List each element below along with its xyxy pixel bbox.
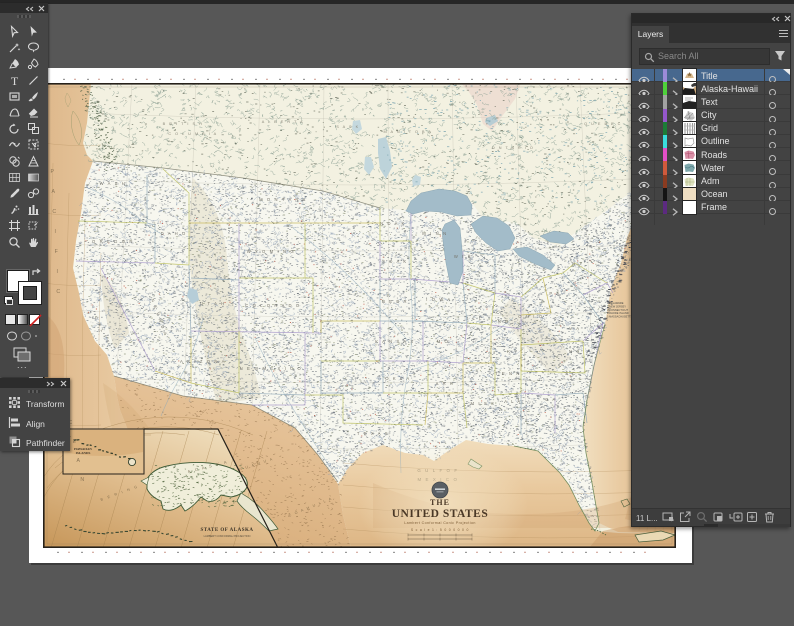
- svg-text:I O W A: I O W A: [426, 297, 452, 302]
- svg-text:W I S: W I S: [454, 254, 472, 259]
- svg-text:M O: M O: [437, 339, 450, 344]
- svg-text:P: P: [50, 169, 55, 175]
- svg-text:F: F: [55, 249, 60, 255]
- svg-text:T: T: [11, 74, 19, 87]
- svg-text:M I N N: M I N N: [422, 231, 447, 236]
- svg-text:G A: G A: [545, 397, 557, 402]
- svg-text:V A: V A: [569, 326, 580, 331]
- svg-text:P A: P A: [549, 291, 560, 296]
- svg-text:A R I Z O N A: A R I Z O N A: [180, 359, 226, 364]
- svg-text:K A N S A S: K A N S A S: [375, 339, 414, 344]
- svg-text:A: A: [51, 189, 56, 195]
- svg-text:S C: S C: [565, 371, 577, 376]
- svg-text:UNITED STATES: UNITED STATES: [392, 508, 489, 520]
- svg-text:O K L A: O K L A: [385, 376, 410, 381]
- svg-text:C O L U M B I A: C O L U M B I A: [168, 132, 217, 136]
- svg-text:S D A K: S D A K: [382, 259, 408, 264]
- svg-text:S A S K: S A S K: [336, 125, 359, 129]
- svg-text:T E X A S: T E X A S: [357, 431, 389, 436]
- svg-text:E: E: [72, 439, 77, 445]
- svg-text:I: I: [54, 229, 57, 235]
- svg-text:N E W M E X I C O: N E W M E X I C O: [240, 366, 303, 371]
- svg-text:2 NEW JERSEY: 2 NEW JERSEY: [607, 304, 626, 308]
- svg-text:I D A H O: I D A H O: [155, 231, 187, 236]
- svg-text:5 MASSACHUSETTS: 5 MASSACHUSETTS: [607, 315, 632, 319]
- svg-text:THE: THE: [430, 498, 450, 507]
- svg-text:I: I: [56, 269, 59, 275]
- svg-text:ISLANDS: ISLANDS: [76, 451, 91, 455]
- svg-text:K Y: K Y: [507, 349, 518, 354]
- svg-text:U T A H: U T A H: [200, 301, 225, 306]
- svg-text:O H I O: O H I O: [518, 314, 543, 319]
- svg-text:I N D: I N D: [492, 319, 510, 324]
- svg-text:A R K: A R K: [436, 381, 455, 386]
- svg-text:4 RHODE ISLAND: 4 RHODE ISLAND: [607, 311, 629, 315]
- svg-text:C: C: [56, 289, 61, 295]
- svg-text:I L L: I L L: [467, 316, 483, 321]
- svg-text:N E B R: N E B R: [382, 299, 408, 304]
- svg-text:M O N T A N A: M O N T A N A: [259, 197, 307, 202]
- svg-text:O R E G O N: O R E G O N: [92, 239, 134, 244]
- svg-text:M I S S: M I S S: [471, 401, 496, 406]
- svg-text:A L B E R T A: A L B E R T A: [262, 120, 304, 124]
- svg-text:T E N N: T E N N: [495, 371, 521, 376]
- svg-text:N C: N C: [569, 349, 581, 354]
- svg-text:STATE OF ALASKA: STATE OF ALASKA: [201, 528, 254, 533]
- svg-text:A: A: [76, 458, 81, 464]
- svg-text:N: N: [80, 477, 85, 483]
- svg-text:B R I T I S H: B R I T I S H: [163, 122, 204, 126]
- svg-text:C O L O R A D O: C O L O R A D O: [245, 303, 301, 308]
- svg-text:A L A: A L A: [504, 399, 522, 404]
- svg-text:O N T A R I O: O N T A R I O: [492, 146, 535, 150]
- svg-text:3 CONNECTICUT: 3 CONNECTICUT: [607, 308, 628, 312]
- svg-text:N D A K: N D A K: [380, 221, 406, 226]
- svg-text:M A N I T O B A: M A N I T O B A: [384, 130, 433, 134]
- svg-text:LAMBERT CONFORMAL PROJECTION: LAMBERT CONFORMAL PROJECTION: [204, 534, 251, 538]
- svg-text:1 DELAWARE: 1 DELAWARE: [607, 301, 624, 305]
- svg-text:Lambert Conformal Conic Projec: Lambert Conformal Conic Projection: [404, 521, 476, 525]
- svg-text:N Y: N Y: [572, 261, 584, 266]
- svg-text:W Y O M I N G: W Y O M I N G: [247, 249, 296, 254]
- svg-text:S c a l e 1 : 5 0 0 0 0 0 0: S c a l e 1 : 5 0 0 0 0 0 0: [411, 528, 469, 532]
- svg-text:Q U E B E C: Q U E B E C: [584, 122, 622, 126]
- svg-text:C: C: [52, 209, 57, 215]
- svg-text:W A S H: W A S H: [100, 181, 127, 186]
